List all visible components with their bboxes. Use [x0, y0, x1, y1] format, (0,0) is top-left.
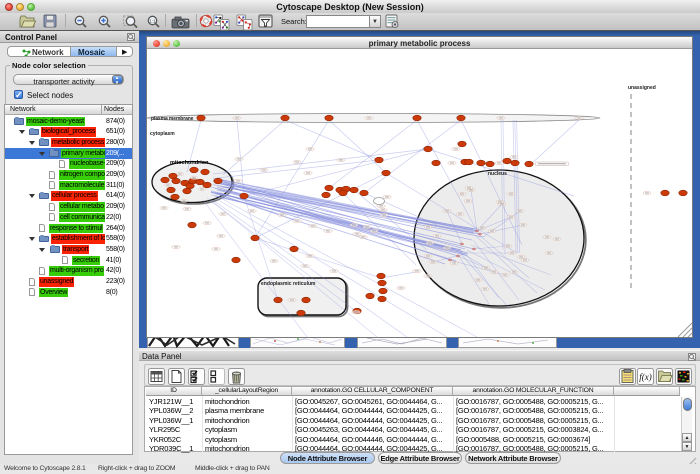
svg-text:cytoplasm: cytoplasm: [150, 131, 175, 137]
svg-text:plasma membrane: plasma membrane: [151, 116, 194, 122]
svg-text:mitochondrion: mitochondrion: [170, 160, 209, 166]
svg-text:unassigned: unassigned: [628, 85, 656, 91]
svg-text:nucleus: nucleus: [488, 171, 507, 177]
svg-text:endoplasmic reticulum: endoplasmic reticulum: [261, 281, 316, 287]
svg-text:f(x): f(x): [639, 372, 652, 382]
svg-text:1:1: 1:1: [149, 19, 156, 24]
